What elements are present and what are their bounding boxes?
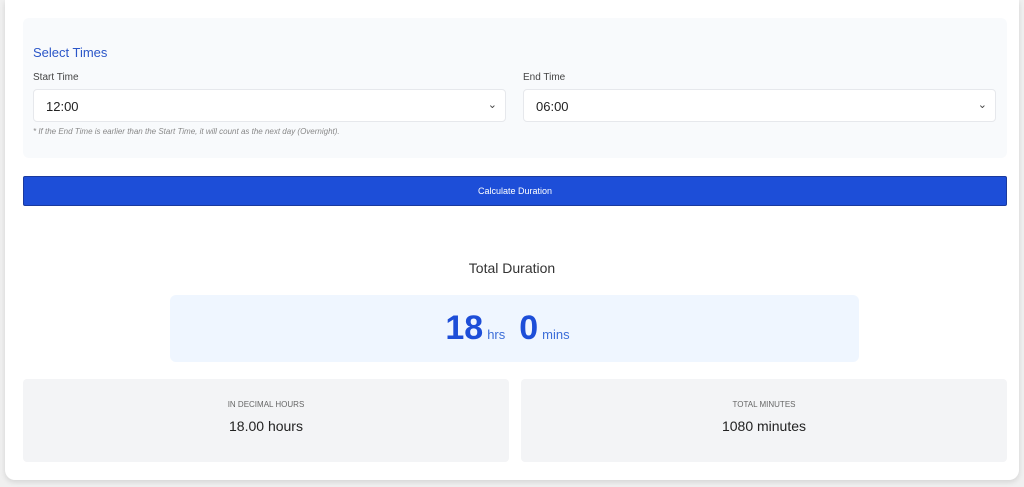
section-title: Select Times <box>33 45 108 60</box>
hours-value: 18 <box>445 309 484 347</box>
minutes-unit: mins <box>542 327 570 342</box>
calculator-card: Select Times Start Time 12:00 ⌄ End Time … <box>5 0 1019 480</box>
overnight-note: * If the End Time is earlier than the St… <box>33 127 340 136</box>
total-duration-heading: Total Duration <box>468 260 556 276</box>
end-time-label: End Time <box>523 72 566 83</box>
total-minutes-stat: Total Minutes 1080 minutes <box>521 379 1007 462</box>
chevron-down-icon: ⌄ <box>977 99 987 111</box>
end-time-value: 06:00 <box>536 99 569 114</box>
select-times-panel: Select Times Start Time 12:00 ⌄ End Time … <box>23 18 1007 158</box>
start-time-value: 12:00 <box>46 99 79 114</box>
stat-value: 18.00 hours <box>229 418 303 434</box>
hours-unit: hrs <box>487 327 506 342</box>
end-time-select[interactable]: 06:00 ⌄ <box>523 89 996 122</box>
stat-label: Total Minutes <box>732 400 796 409</box>
minutes-value: 0 <box>519 309 539 347</box>
start-time-select[interactable]: 12:00 ⌄ <box>33 89 506 122</box>
chevron-down-icon: ⌄ <box>487 99 497 111</box>
duration-display: 18 hrs 0 mins <box>170 295 859 362</box>
stat-label: In Decimal Hours <box>227 400 305 409</box>
calculate-duration-button[interactable]: Calculate Duration <box>23 176 1007 206</box>
stat-value: 1080 minutes <box>721 418 807 434</box>
start-time-label: Start Time <box>33 72 79 83</box>
decimal-hours-stat: In Decimal Hours 18.00 hours <box>23 379 509 462</box>
